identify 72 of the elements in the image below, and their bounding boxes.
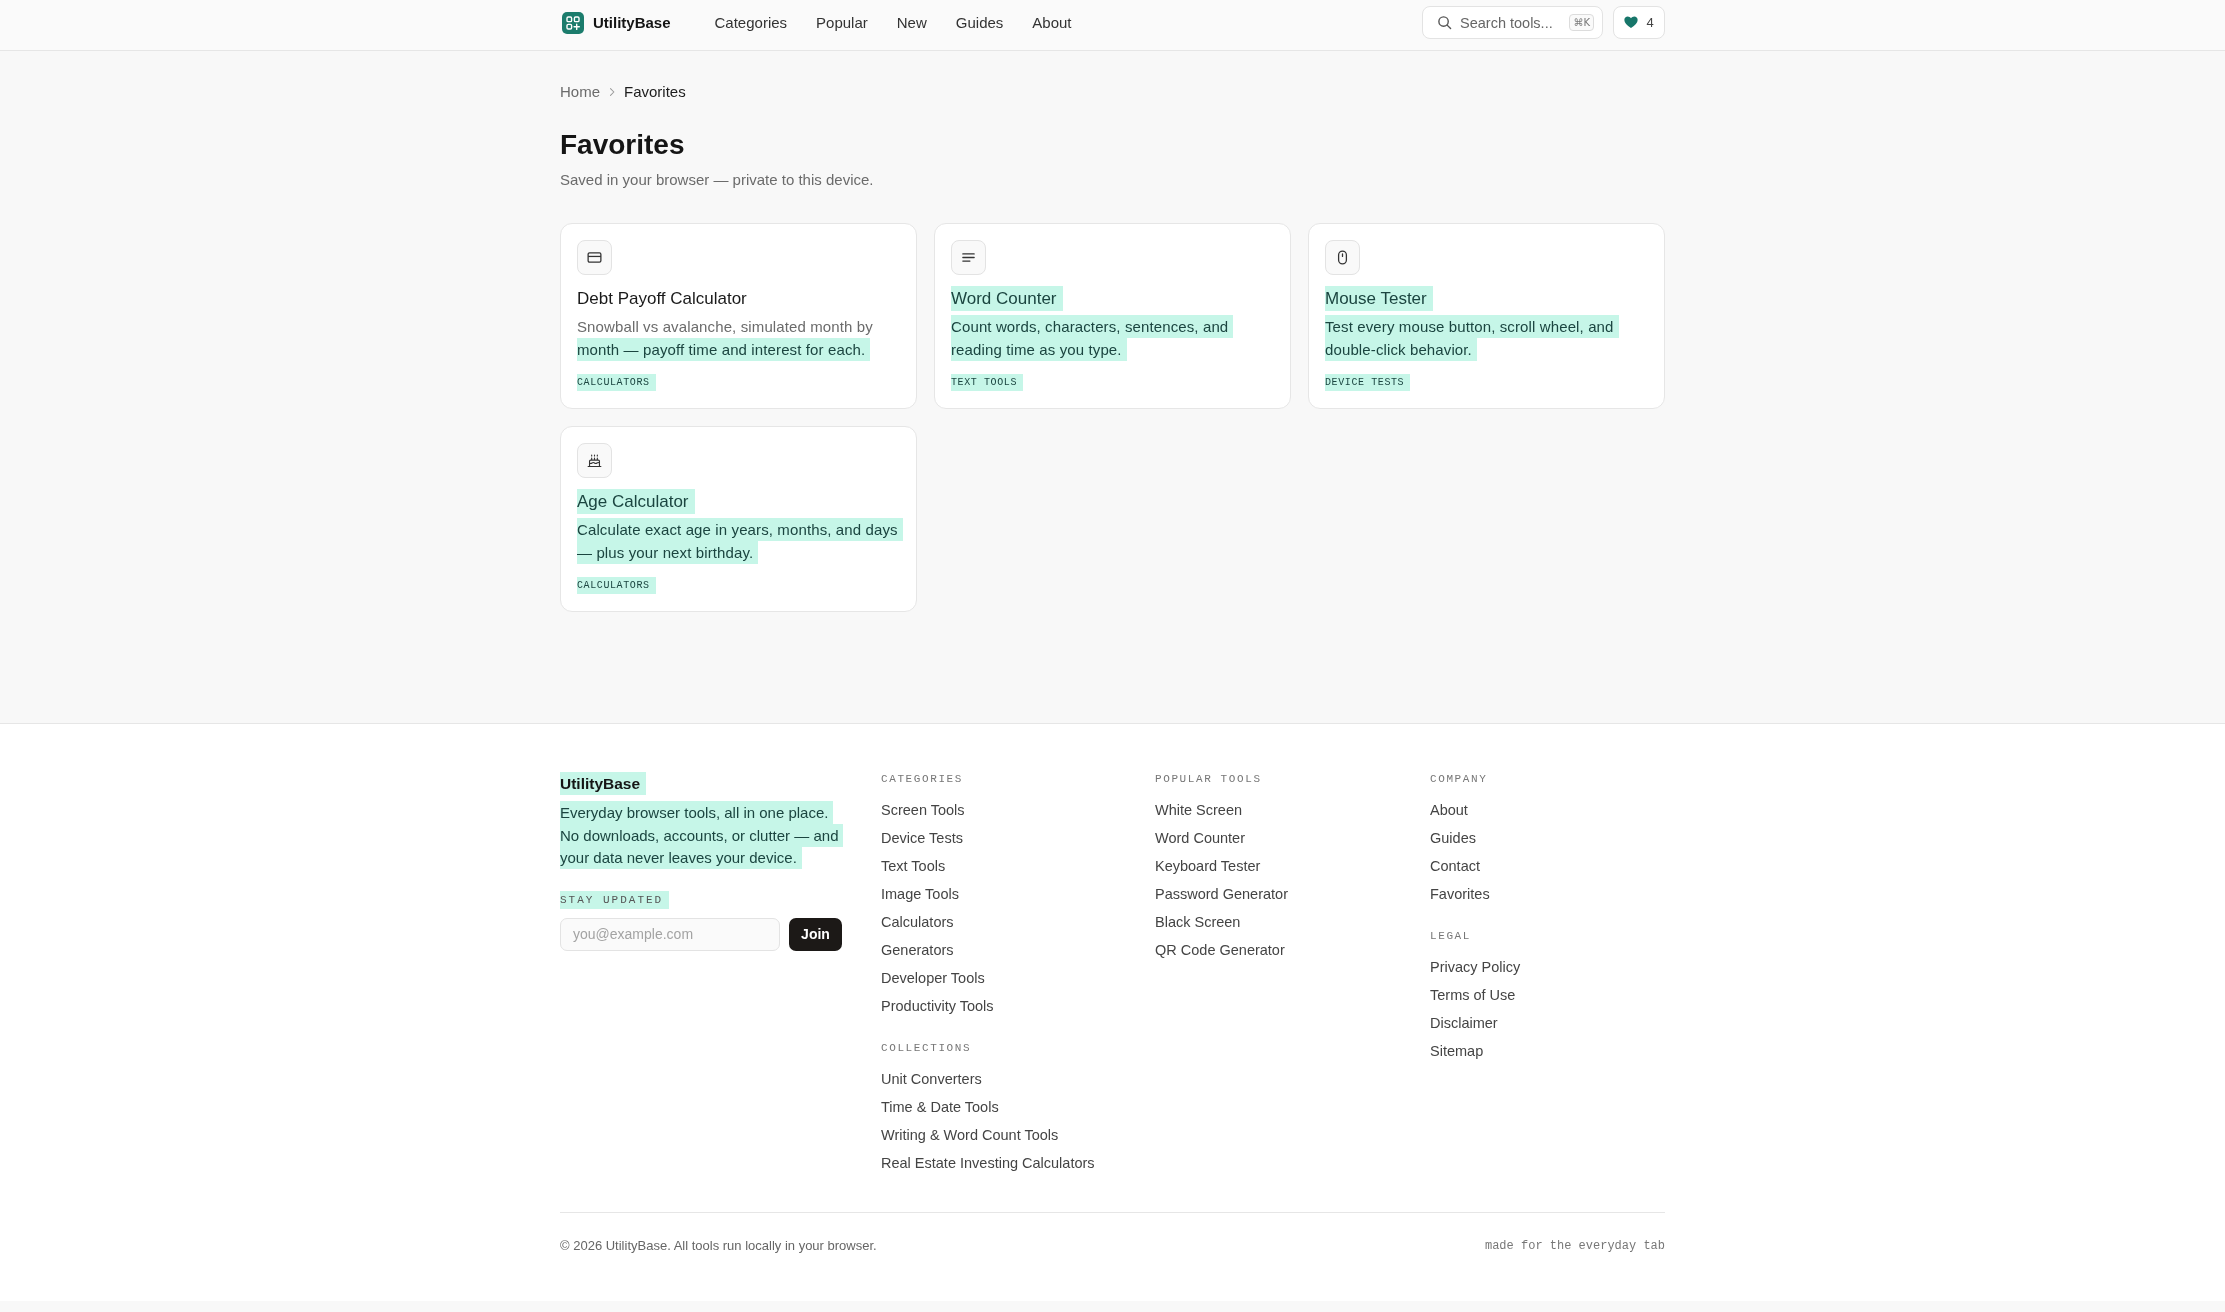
footer-link[interactable]: Developer Tools	[881, 970, 985, 986]
card-description: Snowball vs avalanche, simulated month by month — payoff time and interest for each.	[577, 316, 900, 361]
card-title: Debt Payoff Calculator	[577, 289, 747, 308]
page-title: Favorites	[560, 128, 685, 162]
tool-card[interactable]: Mouse Tester Test every mouse button, scroll wheel, and double-click behavior. DEVICE TESTS	[1308, 223, 1665, 409]
column-heading: POPULAR TOOLS	[1155, 772, 1262, 787]
nav-link[interactable]: New	[896, 14, 927, 31]
card-title: Mouse Tester	[1325, 286, 1433, 311]
cake-icon	[577, 443, 612, 478]
mouse-icon	[1325, 240, 1360, 275]
footer-link[interactable]: Image Tools	[881, 886, 959, 902]
copyright-text: © 2026 UtilityBase. All tools run locally in your browser.	[560, 1237, 877, 1255]
breadcrumb-link[interactable]: Home	[560, 81, 600, 103]
footer-link[interactable]: Writing & Word Count Tools	[881, 1127, 1059, 1143]
chevron-right-icon	[609, 87, 615, 97]
footer-brand: UtilityBase	[560, 772, 647, 795]
footer-link[interactable]: About	[1430, 802, 1468, 818]
footer-link[interactable]: Keyboard Tester	[1155, 858, 1261, 874]
footer-link[interactable]: Black Screen	[1155, 914, 1241, 930]
text-lines-icon	[951, 240, 986, 275]
heart-icon	[1624, 16, 1639, 29]
footer-link[interactable]: Productivity Tools	[881, 998, 994, 1014]
footer-link[interactable]: Real Estate Investing Calculators	[881, 1155, 1095, 1171]
favorites-button[interactable]: 4	[1613, 6, 1665, 39]
category-tag: CALCULATORS	[577, 577, 656, 594]
tool-card[interactable]: Word Counter Count words, characters, sentences, and reading time as you type. TEXT TOOLS	[934, 223, 1291, 409]
footer-motto: made for the everyday tab	[1484, 1238, 1665, 1255]
credit-card-icon	[577, 240, 612, 275]
footer-link[interactable]: Guides	[1430, 830, 1476, 846]
footer-link[interactable]: Word Counter	[1155, 830, 1245, 846]
nav-link[interactable]: About	[1032, 14, 1072, 31]
column-heading: CATEGORIES	[881, 772, 963, 787]
logo-icon	[562, 11, 584, 34]
footer-link[interactable]: White Screen	[1155, 802, 1243, 818]
breadcrumb-current: Favorites	[624, 82, 686, 102]
footer-link[interactable]: Terms of Use	[1430, 987, 1516, 1003]
nav-link[interactable]: Guides	[955, 14, 1004, 31]
newsletter-label: STAY UPDATED	[560, 890, 670, 909]
search-button[interactable]: Search tools... ⌘K	[1422, 6, 1603, 39]
category-tag: TEXT TOOLS	[951, 374, 1023, 391]
join-button[interactable]: Join	[789, 917, 842, 951]
tool-card[interactable]: Age Calculator Calculate exact age in years, months, and days — plus your next birthday. CALCULATORS	[560, 426, 917, 612]
page-subtitle: Saved in your browser — private to this device.	[560, 170, 874, 190]
footer-link[interactable]: QR Code Generator	[1155, 942, 1285, 958]
shortcut-key: ⌘K	[1569, 14, 1594, 31]
footer-link[interactable]: Password Generator	[1155, 886, 1288, 902]
footer-link[interactable]: Calculators	[881, 914, 954, 930]
footer-link[interactable]: Unit Converters	[881, 1071, 982, 1087]
column-heading: COMPANY	[1430, 772, 1488, 787]
category-tag: CALCULATORS	[577, 374, 656, 391]
footer-link[interactable]: Sitemap	[1430, 1043, 1484, 1059]
card-description: Calculate exact age in years, months, and days — plus your next birthday.	[577, 519, 900, 564]
nav-link[interactable]: Popular	[816, 14, 868, 31]
card-title: Word Counter	[951, 286, 1063, 311]
footer-link[interactable]: Generators	[881, 942, 954, 958]
brand-name[interactable]: UtilityBase	[593, 14, 671, 31]
footer-link[interactable]: Screen Tools	[881, 802, 965, 818]
card-title: Age Calculator	[577, 489, 695, 514]
search-icon	[1437, 15, 1452, 30]
tool-card[interactable]: Debt Payoff Calculator Snowball vs avalanche, simulated month by month — payoff time and interest for each. CALCULATORS	[560, 223, 917, 409]
category-tag: DEVICE TESTS	[1325, 374, 1411, 391]
footer-link[interactable]: Favorites	[1430, 886, 1490, 902]
footer-link[interactable]: Device Tests	[881, 830, 963, 846]
nav-link[interactable]: Categories	[714, 14, 788, 31]
footer-link[interactable]: Disclaimer	[1430, 1015, 1498, 1031]
column-heading: LEGAL	[1430, 929, 1471, 944]
footer-link[interactable]: Time & Date Tools	[881, 1099, 999, 1115]
footer-link[interactable]: Contact	[1430, 858, 1480, 874]
footer-link[interactable]: Text Tools	[881, 858, 946, 874]
email-field[interactable]: you@example.com	[560, 917, 780, 951]
column-heading: COLLECTIONS	[881, 1041, 972, 1056]
footer-link[interactable]: Privacy Policy	[1430, 959, 1521, 975]
